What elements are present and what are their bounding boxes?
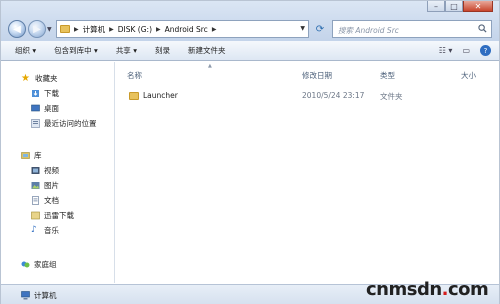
desktop-icon: [31, 104, 40, 112]
nav-item-desktop[interactable]: 桌面: [31, 103, 59, 114]
downloads-icon: [32, 90, 39, 97]
computer-icon: [21, 291, 30, 300]
recent-pages-dropdown[interactable]: ▼: [47, 26, 52, 33]
toolbar-right: ☷ ▾ ▭ ?: [439, 45, 491, 56]
column-type[interactable]: 类型: [380, 70, 395, 81]
column-date[interactable]: 修改日期: [302, 70, 332, 81]
search-icon: [478, 24, 487, 33]
forward-button[interactable]: ▶: [28, 20, 46, 38]
explorer-window: – □ ✕ ◀ ▶ ▼ ▶ 计算机 ▶ DISK (G:) ▶ Android …: [0, 0, 500, 304]
nav-item-thunder-downloads[interactable]: 迅雷下载: [31, 210, 74, 221]
homegroup-icon: [21, 261, 30, 268]
back-arrow-icon: ◀: [13, 23, 21, 35]
video-icon: [31, 167, 40, 174]
nav-videos-label: 视频: [44, 166, 59, 175]
minimize-button[interactable]: –: [427, 1, 445, 12]
command-bar: 组织 ▾ 包含到库中 ▾ 共享 ▾ 刻录 新建文件夹 ☷ ▾ ▭ ?: [1, 41, 499, 61]
navigation-pane: ★ 收藏夹 下载 桌面 最近访问的位置 库 视频 图片 文档 迅雷下载 ♪ 音乐…: [1, 62, 115, 283]
nav-homegroup[interactable]: 家庭组: [21, 259, 57, 270]
chevron-right-icon[interactable]: ▶: [74, 26, 79, 33]
preview-pane-icon[interactable]: ▭: [462, 46, 470, 55]
nav-music-label: 音乐: [44, 226, 59, 235]
share-button[interactable]: 共享 ▾: [116, 45, 137, 56]
search-placeholder: 搜索 Android Src: [338, 26, 399, 35]
search-input[interactable]: 搜索 Android Src: [332, 20, 492, 38]
nav-desktop-label: 桌面: [44, 104, 59, 113]
window-controls: – □ ✕: [427, 1, 493, 12]
thunder-downloads-icon: [31, 211, 40, 220]
nav-item-downloads[interactable]: 下载: [31, 88, 59, 99]
close-button[interactable]: ✕: [463, 1, 493, 12]
nav-downloads-label: 下载: [44, 89, 59, 98]
star-icon: ★: [21, 73, 30, 84]
nav-item-music[interactable]: ♪ 音乐: [31, 225, 59, 236]
nav-computer-label: 计算机: [34, 291, 57, 300]
file-type: 文件夹: [380, 92, 403, 101]
column-name[interactable]: 名称: [127, 70, 142, 81]
chevron-right-icon[interactable]: ▶: [109, 26, 114, 33]
nav-computer[interactable]: 计算机: [21, 290, 57, 301]
music-icon: ♪: [31, 225, 37, 235]
forward-arrow-icon: ▶: [33, 23, 41, 35]
include-in-library-button[interactable]: 包含到库中 ▾: [54, 45, 98, 56]
nav-item-documents[interactable]: 文档: [31, 195, 59, 206]
chevron-right-icon[interactable]: ▶: [156, 26, 161, 33]
sort-up-icon: ▲: [208, 63, 212, 69]
chevron-right-icon[interactable]: ▶: [212, 26, 217, 33]
organize-button[interactable]: 组织 ▾: [15, 45, 36, 56]
address-bar[interactable]: ▶ 计算机 ▶ DISK (G:) ▶ Android Src ▶ ▼: [56, 20, 309, 38]
nav-favorites-label: 收藏夹: [35, 74, 58, 83]
maximize-button[interactable]: □: [445, 1, 463, 12]
view-options-icon[interactable]: ☷ ▾: [439, 46, 453, 55]
column-size[interactable]: 大小: [461, 70, 476, 81]
file-name[interactable]: Launcher: [143, 91, 178, 100]
nav-libraries[interactable]: 库: [21, 150, 42, 161]
nav-documents-label: 文档: [44, 196, 59, 205]
nav-libraries-label: 库: [34, 151, 42, 160]
nav-recent-places-label: 最近访问的位置: [44, 119, 97, 128]
nav-homegroup-label: 家庭组: [34, 260, 57, 269]
folder-icon: [60, 25, 70, 33]
documents-icon: [32, 196, 39, 205]
address-dropdown[interactable]: ▼: [300, 25, 305, 32]
pictures-icon: [31, 182, 40, 189]
recent-places-icon: [31, 119, 40, 128]
file-date: 2010/5/24 23:17: [302, 91, 365, 100]
refresh-icon: ⟳: [315, 23, 325, 35]
nav-item-recent-places[interactable]: 最近访问的位置: [31, 118, 97, 129]
refresh-button[interactable]: ⟳: [311, 20, 329, 38]
watermark-part2: com: [448, 279, 489, 300]
breadcrumb-android-src[interactable]: Android Src: [165, 25, 208, 34]
nav-pictures-label: 图片: [44, 181, 59, 190]
library-icon: [21, 152, 30, 159]
breadcrumb-disk[interactable]: DISK (G:): [118, 25, 152, 34]
watermark: cnmsdn.com: [366, 279, 489, 300]
file-list: 名称 ▲ 修改日期 类型 大小 Launcher 2010/5/24 23:17…: [116, 62, 499, 283]
nav-item-videos[interactable]: 视频: [31, 165, 59, 176]
watermark-part1: cnmsdn: [366, 279, 442, 300]
nav-item-pictures[interactable]: 图片: [31, 180, 59, 191]
nav-favorites[interactable]: ★ 收藏夹: [21, 73, 58, 84]
burn-button[interactable]: 刻录: [155, 45, 170, 56]
new-folder-button[interactable]: 新建文件夹: [188, 45, 226, 56]
address-strip: – □ ✕ ◀ ▶ ▼ ▶ 计算机 ▶ DISK (G:) ▶ Android …: [1, 1, 499, 41]
help-icon[interactable]: ?: [480, 45, 491, 56]
table-row[interactable]: Launcher 2010/5/24 23:17 文件夹: [127, 89, 487, 103]
folder-icon: [129, 92, 139, 100]
breadcrumb-computer[interactable]: 计算机: [83, 24, 106, 35]
nav-thunder-downloads-label: 迅雷下载: [44, 211, 74, 220]
back-button[interactable]: ◀: [8, 20, 26, 38]
